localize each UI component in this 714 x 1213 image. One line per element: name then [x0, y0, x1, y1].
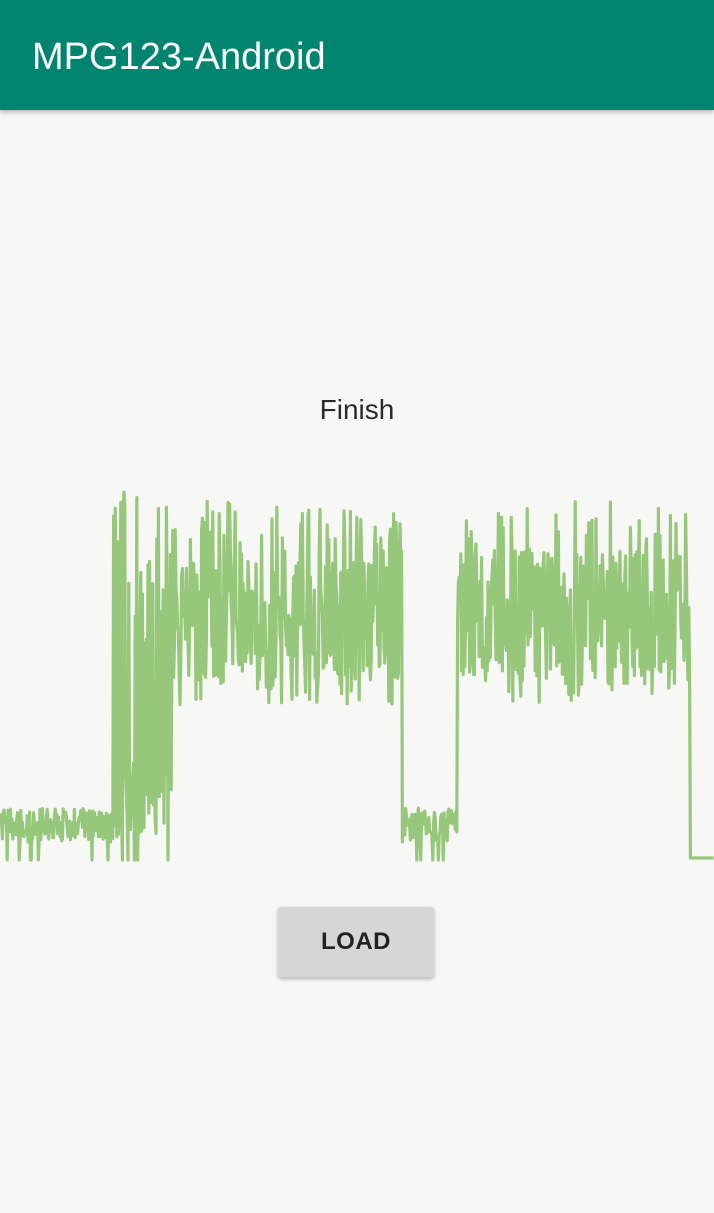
- app-bar: MPG123-Android: [0, 0, 714, 110]
- waveform-trace: [0, 490, 714, 862]
- load-button[interactable]: LOAD: [278, 907, 434, 977]
- waveform-display: [0, 490, 714, 862]
- app-title: MPG123-Android: [32, 36, 326, 78]
- screen: MPG123-Android Finish LOAD: [0, 0, 714, 1213]
- status-text: Finish: [319, 394, 395, 425]
